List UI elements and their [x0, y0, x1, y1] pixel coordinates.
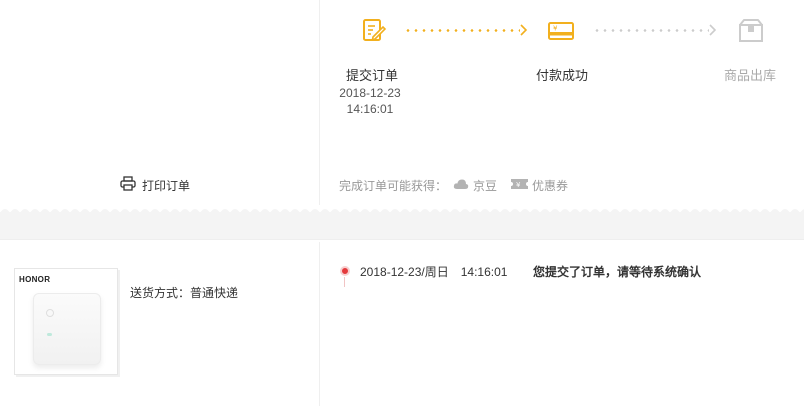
product-brand: HONOR: [19, 275, 51, 284]
coupon-icon: ¥: [511, 178, 529, 193]
router-led: [47, 333, 52, 336]
printer-icon: [120, 176, 136, 194]
router-illustration: [33, 293, 101, 365]
svg-text:¥: ¥: [516, 181, 521, 189]
section-divider: [319, 0, 320, 205]
timeline-line: [344, 277, 345, 287]
reward-beans[interactable]: 京豆: [453, 177, 497, 194]
product-image[interactable]: HONOR: [14, 268, 118, 375]
shipping-method: 送货方式：普通快递: [130, 286, 239, 300]
svg-text:¥: ¥: [553, 25, 558, 33]
reward-coupon-label: 优惠券: [532, 179, 569, 193]
reward-coupon[interactable]: ¥ 优惠券: [511, 177, 568, 194]
step-date: 2018-12-23: [339, 86, 401, 100]
step-label-submit: 提交订单: [345, 68, 398, 83]
order-rewards: 完成订单可能获得： 京豆 ¥ 优惠券: [339, 177, 568, 194]
chevron-right-icon: [520, 24, 528, 38]
step-label-shipped: 商品出库: [723, 68, 776, 83]
section-divider: [319, 242, 320, 406]
router-button: [46, 309, 54, 317]
print-order-button[interactable]: 打印订单: [120, 176, 190, 194]
step-label-paid: 付款成功: [535, 68, 588, 83]
cloud-bean-icon: [453, 178, 469, 193]
payment-card-icon: ¥: [547, 17, 575, 45]
zigzag-separator-bottom: [0, 236, 804, 240]
print-order-label: 打印订单: [142, 178, 191, 193]
rewards-prefix: 完成订单可能获得：: [339, 179, 448, 193]
section-separator-band: [0, 212, 804, 239]
edit-document-icon: [360, 17, 388, 45]
progress-dots-done: [404, 29, 520, 32]
step-time: 14:16:01: [346, 102, 394, 116]
reward-beans-label: 京豆: [473, 179, 498, 193]
tracking-message: 您提交了订单，请等待系统确认: [533, 265, 702, 279]
package-icon: [737, 17, 765, 45]
progress-dots-pending: [593, 29, 709, 32]
chevron-right-icon: [709, 24, 717, 38]
timeline-dot: [340, 266, 350, 276]
tracking-time: 2018-12-23/周日 14:16:01: [360, 265, 508, 279]
